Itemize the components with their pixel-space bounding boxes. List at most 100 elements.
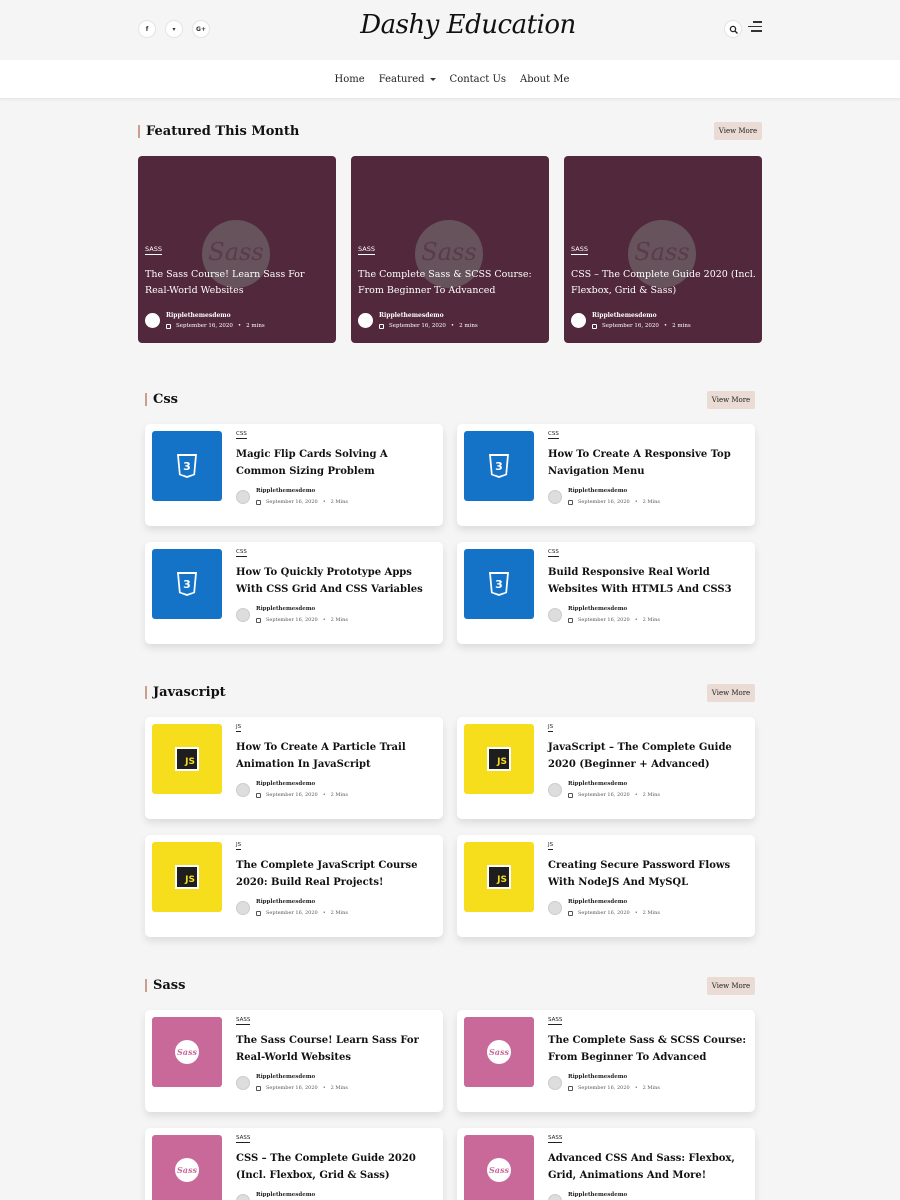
author-name[interactable]: Ripplethemesdemo <box>256 899 315 905</box>
nav-item-contact-us[interactable]: Contact Us <box>450 74 506 85</box>
post-card[interactable]: JS JS The Complete JavaScript Course 2020:… <box>145 835 443 937</box>
post-card[interactable]: 3 CSS Build Responsive Real World Websites… <box>457 542 755 644</box>
view-more-button[interactable]: View More <box>714 122 762 140</box>
facebook-icon[interactable]: f <box>138 20 156 38</box>
post-title[interactable]: Advanced CSS And Sass: Flexbox, Grid, An… <box>548 1150 748 1184</box>
author-name[interactable]: Ripplethemesdemo <box>568 899 627 905</box>
nav-item-home[interactable]: Home <box>335 74 365 85</box>
category-tag[interactable]: JS <box>548 842 554 850</box>
author-name[interactable]: Ripplethemesdemo <box>256 1074 315 1080</box>
post-thumbnail[interactable]: 3 <box>152 431 222 501</box>
post-title[interactable]: The Sass Course! Learn Sass For Real-Wor… <box>145 267 330 299</box>
category-tag[interactable]: JS <box>236 724 242 732</box>
avatar <box>358 313 373 328</box>
view-more-button[interactable]: View More <box>707 391 755 409</box>
category-tag[interactable]: JS <box>236 842 242 850</box>
post-card[interactable]: Sass SASS The Complete Sass & SCSS Course:… <box>457 1010 755 1112</box>
post-thumbnail[interactable]: Sass <box>464 1017 534 1087</box>
post-meta: September 16, 2020 • 2 Mins <box>256 910 348 916</box>
google-plus-icon[interactable]: G+ <box>192 20 210 38</box>
post-title[interactable]: How To Create A Responsive Top Navigatio… <box>548 446 748 480</box>
category-tag[interactable]: SASS <box>236 1135 251 1143</box>
author-name[interactable]: Ripplethemesdemo <box>256 488 315 494</box>
read-time: 2 Mins <box>642 617 660 623</box>
featured-card[interactable]: Sass SASS CSS – The Complete Guide 2020 … <box>564 156 762 343</box>
nav-item-about-me[interactable]: About Me <box>520 74 569 85</box>
top-bar: f ▾ G+ Dashy Education <box>0 0 900 60</box>
author-name[interactable]: Ripplethemesdemo <box>568 1074 627 1080</box>
author-name[interactable]: Ripplethemesdemo <box>568 488 627 494</box>
author-name[interactable]: Ripplethemesdemo <box>568 781 627 787</box>
author-name[interactable]: Ripplethemesdemo <box>166 312 231 319</box>
post-thumbnail[interactable]: JS <box>464 724 534 794</box>
post-card[interactable]: JS JS JavaScript – The Complete Guide 2020… <box>457 717 755 819</box>
post-thumbnail[interactable]: JS <box>152 842 222 912</box>
post-title[interactable]: How To Quickly Prototype Apps With CSS G… <box>236 564 436 598</box>
site-logo[interactable]: Dashy Education <box>300 10 636 40</box>
post-thumbnail[interactable]: 3 <box>464 549 534 619</box>
post-thumbnail[interactable]: Sass <box>464 1135 534 1200</box>
author-name[interactable]: Ripplethemesdemo <box>256 606 315 612</box>
featured-card[interactable]: Sass SASS The Complete Sass & SCSS Cours… <box>351 156 549 343</box>
author-name[interactable]: Ripplethemesdemo <box>568 606 627 612</box>
category-tag[interactable]: CSS <box>548 431 559 439</box>
avatar <box>548 1194 562 1200</box>
svg-text:3: 3 <box>495 460 503 473</box>
twitter-icon[interactable]: ▾ <box>165 20 183 38</box>
post-title[interactable]: Magic Flip Cards Solving A Common Sizing… <box>236 446 436 480</box>
sass-logo-icon: Sass <box>487 1158 511 1182</box>
post-thumbnail[interactable]: JS <box>152 724 222 794</box>
post-card[interactable]: 3 CSS How To Create A Responsive Top Navig… <box>457 424 755 526</box>
view-more-button[interactable]: View More <box>707 684 755 702</box>
nav-label: Home <box>334 74 365 85</box>
category-tag[interactable]: SASS <box>571 245 588 255</box>
author-name[interactable]: Ripplethemesdemo <box>592 312 657 319</box>
post-card[interactable]: 3 CSS Magic Flip Cards Solving A Common Si… <box>145 424 443 526</box>
hamburger-menu-icon[interactable] <box>748 21 762 33</box>
post-title[interactable]: The Complete Sass & SCSS Course: From Be… <box>548 1032 748 1066</box>
post-title[interactable]: How To Create A Particle Trail Animation… <box>236 739 436 773</box>
featured-card[interactable]: Sass SASS The Sass Course! Learn Sass Fo… <box>138 156 336 343</box>
post-date: September 16, 2020 <box>176 323 233 329</box>
post-card[interactable]: Sass SASS Advanced CSS And Sass: Flexbox, … <box>457 1128 755 1200</box>
search-icon[interactable] <box>724 20 742 38</box>
post-thumbnail[interactable]: Sass <box>152 1135 222 1200</box>
avatar <box>548 490 562 504</box>
calendar-icon <box>256 792 261 798</box>
post-thumbnail[interactable]: 3 <box>152 549 222 619</box>
category-tag[interactable]: JS <box>548 724 554 732</box>
post-thumbnail[interactable]: JS <box>464 842 534 912</box>
read-time: 2 Mins <box>330 792 348 798</box>
post-card[interactable]: Sass SASS CSS – The Complete Guide 2020 (I… <box>145 1128 443 1200</box>
author-name[interactable]: Ripplethemesdemo <box>256 1192 315 1198</box>
author-name[interactable]: Ripplethemesdemo <box>256 781 315 787</box>
post-title[interactable]: The Complete Sass & SCSS Course: From Be… <box>358 267 543 299</box>
post-title[interactable]: Creating Secure Password Flows With Node… <box>548 857 748 891</box>
category-tag[interactable]: CSS <box>236 431 247 439</box>
post-title[interactable]: CSS – The Complete Guide 2020 (Incl. Fle… <box>571 267 756 299</box>
author-name[interactable]: Ripplethemesdemo <box>379 312 444 319</box>
category-tag[interactable]: SASS <box>145 245 162 255</box>
post-card[interactable]: Sass SASS The Sass Course! Learn Sass For … <box>145 1010 443 1112</box>
author-name[interactable]: Ripplethemesdemo <box>568 1192 627 1198</box>
category-tag[interactable]: CSS <box>236 549 247 557</box>
post-thumbnail[interactable]: Sass <box>152 1017 222 1087</box>
post-card[interactable]: 3 CSS How To Quickly Prototype Apps With C… <box>145 542 443 644</box>
view-more-button[interactable]: View More <box>707 977 755 995</box>
post-title[interactable]: CSS – The Complete Guide 2020 (Incl. Fle… <box>236 1150 436 1184</box>
category-tag[interactable]: SASS <box>548 1135 563 1143</box>
read-time: 2 Mins <box>642 792 660 798</box>
post-thumbnail[interactable]: 3 <box>464 431 534 501</box>
category-tag[interactable]: SASS <box>548 1017 563 1025</box>
category-tag[interactable]: SASS <box>358 245 375 255</box>
nav-item-featured[interactable]: Featured <box>379 74 436 85</box>
post-title[interactable]: The Complete JavaScript Course 2020: Bui… <box>236 857 436 891</box>
category-tag[interactable]: CSS <box>548 549 559 557</box>
post-title[interactable]: JavaScript – The Complete Guide 2020 (Be… <box>548 739 748 773</box>
post-title[interactable]: Build Responsive Real World Websites Wit… <box>548 564 748 598</box>
post-card[interactable]: JS JS How To Create A Particle Trail Anima… <box>145 717 443 819</box>
post-card[interactable]: JS JS Creating Secure Password Flows With … <box>457 835 755 937</box>
post-title[interactable]: The Sass Course! Learn Sass For Real-Wor… <box>236 1032 436 1066</box>
calendar-icon <box>568 910 573 916</box>
category-tag[interactable]: SASS <box>236 1017 251 1025</box>
